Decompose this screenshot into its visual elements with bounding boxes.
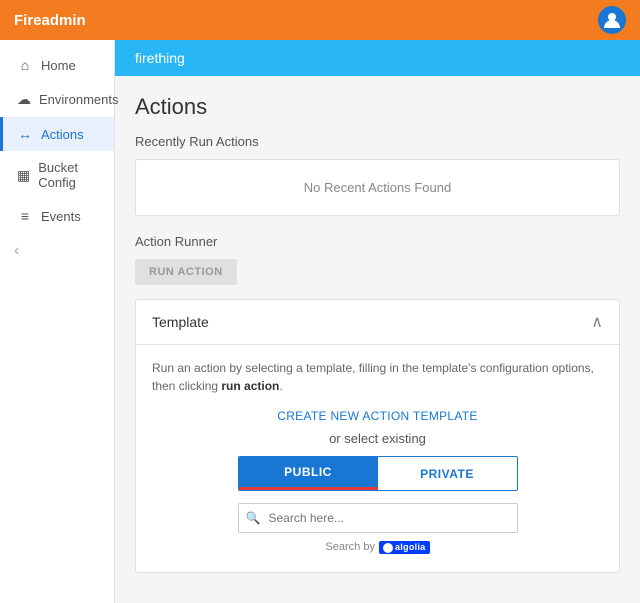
sidebar-item-environments-label: Environments bbox=[39, 92, 118, 107]
sidebar-item-bucket-config-label: Bucket Config bbox=[38, 160, 100, 190]
main-content: firething Actions Recently Run Actions N… bbox=[115, 40, 640, 603]
avatar[interactable] bbox=[598, 6, 626, 34]
create-template-link[interactable]: CREATE NEW ACTION TEMPLATE bbox=[152, 409, 603, 423]
no-recent-box: No Recent Actions Found bbox=[135, 159, 620, 216]
sidebar-item-home[interactable]: ⌂ Home bbox=[0, 48, 114, 82]
algolia-row: Search by algolia bbox=[152, 541, 603, 554]
template-card: Template ∧ Run an action by selecting a … bbox=[135, 299, 620, 573]
template-title: Template bbox=[152, 314, 209, 330]
content-area: Actions Recently Run Actions No Recent A… bbox=[115, 76, 640, 603]
bucket-config-icon: ▦ bbox=[17, 167, 30, 184]
template-tab-group: PUBLIC PRIVATE bbox=[238, 456, 518, 491]
events-icon: ≡ bbox=[17, 208, 33, 224]
sidebar-item-home-label: Home bbox=[41, 58, 76, 73]
subheader: firething bbox=[115, 40, 640, 76]
app-title: Fireadmin bbox=[14, 12, 86, 29]
tab-public[interactable]: PUBLIC bbox=[239, 457, 378, 490]
action-runner-title: Action Runner bbox=[135, 234, 620, 249]
subheader-title: firething bbox=[135, 50, 185, 66]
template-collapse-icon[interactable]: ∧ bbox=[591, 312, 603, 332]
template-body: Run an action by selecting a template, f… bbox=[136, 345, 619, 572]
actions-icon: ↔ bbox=[17, 126, 33, 142]
search-input[interactable] bbox=[238, 503, 518, 533]
sidebar-item-events[interactable]: ≡ Events bbox=[0, 199, 114, 233]
home-icon: ⌂ bbox=[17, 57, 33, 73]
sidebar: ⌂ Home ☁ Environments ↔ Actions ▦ Bucket… bbox=[0, 40, 115, 603]
template-desc-suffix: . bbox=[279, 379, 282, 393]
search-icon: 🔍 bbox=[246, 511, 261, 525]
or-select-text: or select existing bbox=[152, 431, 603, 446]
recently-run-title: Recently Run Actions bbox=[135, 134, 620, 149]
template-description: Run an action by selecting a template, f… bbox=[152, 359, 603, 395]
sidebar-collapse-btn[interactable]: ‹ bbox=[0, 233, 114, 269]
sidebar-item-actions-label: Actions bbox=[41, 127, 84, 142]
tab-private[interactable]: PRIVATE bbox=[378, 457, 517, 490]
sidebar-item-actions[interactable]: ↔ Actions bbox=[0, 117, 114, 151]
main-layout: ⌂ Home ☁ Environments ↔ Actions ▦ Bucket… bbox=[0, 40, 640, 603]
template-desc-prefix: Run an action by selecting a template, f… bbox=[152, 361, 594, 393]
topbar: Fireadmin bbox=[0, 0, 640, 40]
template-header: Template ∧ bbox=[136, 300, 619, 345]
collapse-icon: ‹ bbox=[14, 242, 19, 259]
sidebar-item-environments[interactable]: ☁ Environments bbox=[0, 82, 114, 117]
no-recent-text: No Recent Actions Found bbox=[304, 180, 451, 195]
template-desc-keyword: run action bbox=[221, 379, 279, 393]
algolia-icon bbox=[383, 543, 393, 553]
environments-icon: ☁ bbox=[17, 91, 31, 108]
page-title: Actions bbox=[135, 94, 620, 120]
run-action-button[interactable]: RUN ACTION bbox=[135, 259, 237, 285]
sidebar-item-bucket-config[interactable]: ▦ Bucket Config bbox=[0, 151, 114, 199]
sidebar-item-events-label: Events bbox=[41, 209, 81, 224]
search-by-label: Search by bbox=[325, 541, 375, 553]
algolia-badge: algolia bbox=[379, 541, 430, 554]
search-container: 🔍 bbox=[238, 503, 518, 533]
